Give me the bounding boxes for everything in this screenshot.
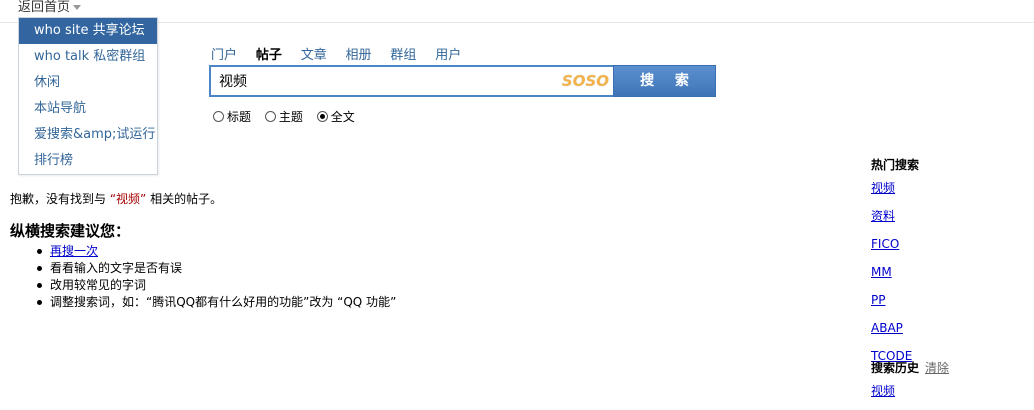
no-result-message: 抱歉，没有找到与 “视频” 相关的帖子。	[10, 190, 222, 207]
soso-brand-mark: SOSO	[561, 72, 609, 90]
hot-search-title: 热门搜索	[871, 158, 920, 172]
tab-albums[interactable]: 相册	[346, 44, 372, 63]
menu-item-who-talk[interactable]: who talk 私密群组	[19, 44, 157, 70]
menu-item-search-trial[interactable]: 爱搜索&amp;试运行	[19, 122, 157, 148]
search-button[interactable]: 搜 索	[613, 65, 716, 97]
tab-users[interactable]: 用户	[435, 44, 461, 63]
hot-search-panel: 热门搜索 视频 资料 FICO MM PP ABAP TCODE	[871, 156, 1021, 370]
search-scope: 标题 主题 全文	[213, 108, 365, 125]
hot-search-link[interactable]: MM	[871, 263, 1021, 286]
hot-search-link[interactable]: 资料	[871, 207, 1021, 230]
radio-checked-icon	[316, 111, 328, 122]
list-item: 再搜一次	[36, 243, 396, 260]
menu-item-who-site[interactable]: who site 共享论坛	[19, 18, 157, 44]
menu-item-leisure[interactable]: 休闲	[19, 70, 157, 96]
scope-title-label: 标题	[227, 110, 252, 124]
hot-search-link[interactable]: PP	[871, 291, 1021, 314]
search-tabs: 门户 帖子 文章 相册 群组 用户	[211, 44, 476, 63]
no-result-keyword: “视频”	[109, 192, 147, 206]
scope-subject-label: 主题	[278, 110, 303, 124]
tab-groups[interactable]: 群组	[390, 44, 416, 63]
radio-icon	[213, 111, 224, 122]
suggestions-list: 再搜一次 看看输入的文字是否有误 改用较常见的字词 调整搜索词，如：“腾讯QQ都…	[36, 243, 397, 311]
radio-icon	[264, 111, 276, 122]
tab-posts[interactable]: 帖子	[256, 44, 282, 63]
home-link-label: 返回首页	[18, 0, 71, 15]
menu-item-site-nav[interactable]: 本站导航	[19, 96, 157, 122]
tab-articles[interactable]: 文章	[301, 44, 327, 63]
hot-search-link[interactable]: ABAP	[871, 319, 1021, 342]
menu-item-ranking[interactable]: 排行榜	[19, 148, 157, 174]
home-link[interactable]: 返回首页	[18, 0, 82, 16]
search-again-link[interactable]: 再搜一次	[50, 244, 98, 258]
search-box: SOSO	[209, 65, 613, 97]
no-result-prefix: 抱歉，没有找到与	[10, 192, 107, 206]
home-dropdown-menu: who site 共享论坛 who talk 私密群组 休闲 本站导航 爱搜索&…	[18, 17, 158, 175]
clear-history-link[interactable]: 清除	[925, 361, 949, 375]
caret-down-icon	[73, 5, 82, 10]
scope-subject[interactable]: 主题	[264, 110, 303, 124]
search-history-panel: 搜索历史 清除 视频	[871, 359, 949, 405]
search-history-title: 搜索历史	[871, 361, 920, 375]
no-result-suffix: 相关的帖子。	[150, 192, 223, 206]
scope-title[interactable]: 标题	[213, 110, 251, 124]
suggestions-title: 纵横搜索建议您：	[10, 222, 131, 240]
list-item: 改用较常见的字词	[36, 277, 396, 294]
hot-search-link[interactable]: 视频	[871, 179, 1021, 202]
list-item: 调整搜索词，如：“腾讯QQ都有什么好用的功能”改为 “QQ 功能”	[36, 295, 397, 309]
search-history-header: 搜索历史 清除	[871, 359, 949, 377]
tab-portal[interactable]: 门户	[211, 44, 237, 63]
list-item: 看看输入的文字是否有误	[36, 260, 396, 277]
scope-fulltext-label: 全文	[330, 110, 355, 124]
scope-fulltext[interactable]: 全文	[316, 110, 355, 124]
history-search-link[interactable]: 视频	[871, 382, 949, 405]
hot-search-link[interactable]: FICO	[871, 235, 1021, 258]
search-input[interactable]	[211, 67, 567, 95]
